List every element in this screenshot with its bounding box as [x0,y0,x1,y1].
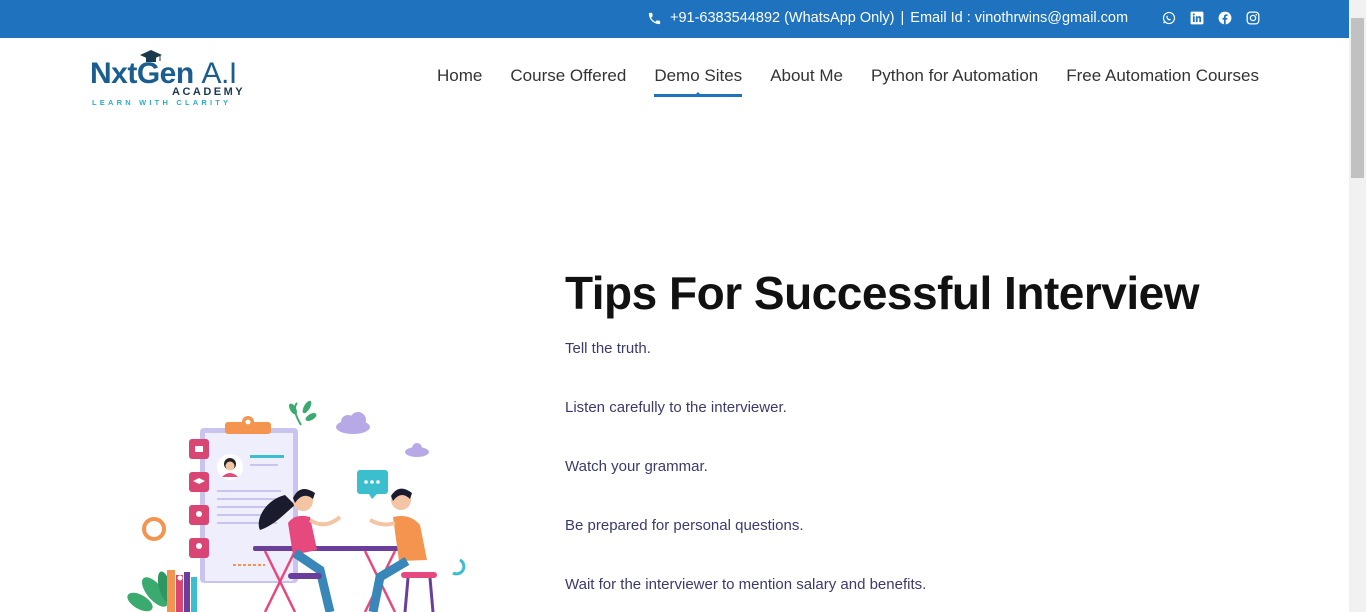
top-bar: +91-6383544892 (WhatsApp Only) | Email I… [0,0,1349,38]
page-title: Tips For Successful Interview [565,267,1199,319]
nav-about-me[interactable]: About Me [770,66,843,86]
whatsapp-icon[interactable] [1162,11,1176,25]
linkedin-icon[interactable] [1190,11,1204,25]
tips-list: Tell the truth. Listen carefully to the … [565,340,926,612]
site-logo[interactable]: NxtGen A.I ACADEMY LEARN WITH CLARITY [90,50,250,107]
chat-bubble-icon [357,470,388,499]
email-address[interactable]: Email Id : vinothrwins@gmail.com [910,10,1128,26]
ring-graphic [142,517,166,541]
logo-academy: ACADEMY [172,86,246,98]
instagram-icon[interactable] [1246,11,1260,25]
separator: | [900,10,905,26]
phone-number[interactable]: +91-6383544892 (WhatsApp Only) [670,10,895,26]
tip-item: Be prepared for personal questions. [565,517,804,534]
tip-item: Listen carefully to the interviewer. [565,399,787,416]
interview-illustration [127,400,466,612]
main-nav: Home Course Offered Demo Sites About Me … [437,66,1259,97]
nav-python-for-automation[interactable]: Python for Automation [871,66,1038,86]
social-links [1162,11,1260,25]
nav-free-automation-courses[interactable]: Free Automation Courses [1066,66,1259,86]
facebook-icon[interactable] [1218,11,1232,25]
page-scrollbar[interactable] [1349,0,1366,612]
leaf-graphic [289,400,317,426]
nav-home[interactable]: Home [437,66,482,86]
tip-item: Wait for the interviewer to mention sala… [565,576,927,593]
tip-item: Tell the truth. [565,340,651,357]
logo-tagline: LEARN WITH CLARITY [92,98,232,107]
books-graphic [167,570,197,612]
site-header: NxtGen A.I ACADEMY LEARN WITH CLARITY Ho… [0,38,1349,118]
tip-item: Watch your grammar. [565,458,708,475]
nav-course-offered[interactable]: Course Offered [510,66,626,86]
nav-demo-sites[interactable]: Demo Sites [654,66,742,97]
scrollbar-thumb[interactable] [1351,18,1364,178]
contact-info: +91-6383544892 (WhatsApp Only) | Email I… [647,10,1128,26]
phone-icon [648,12,661,24]
cloud-graphic [336,412,429,457]
